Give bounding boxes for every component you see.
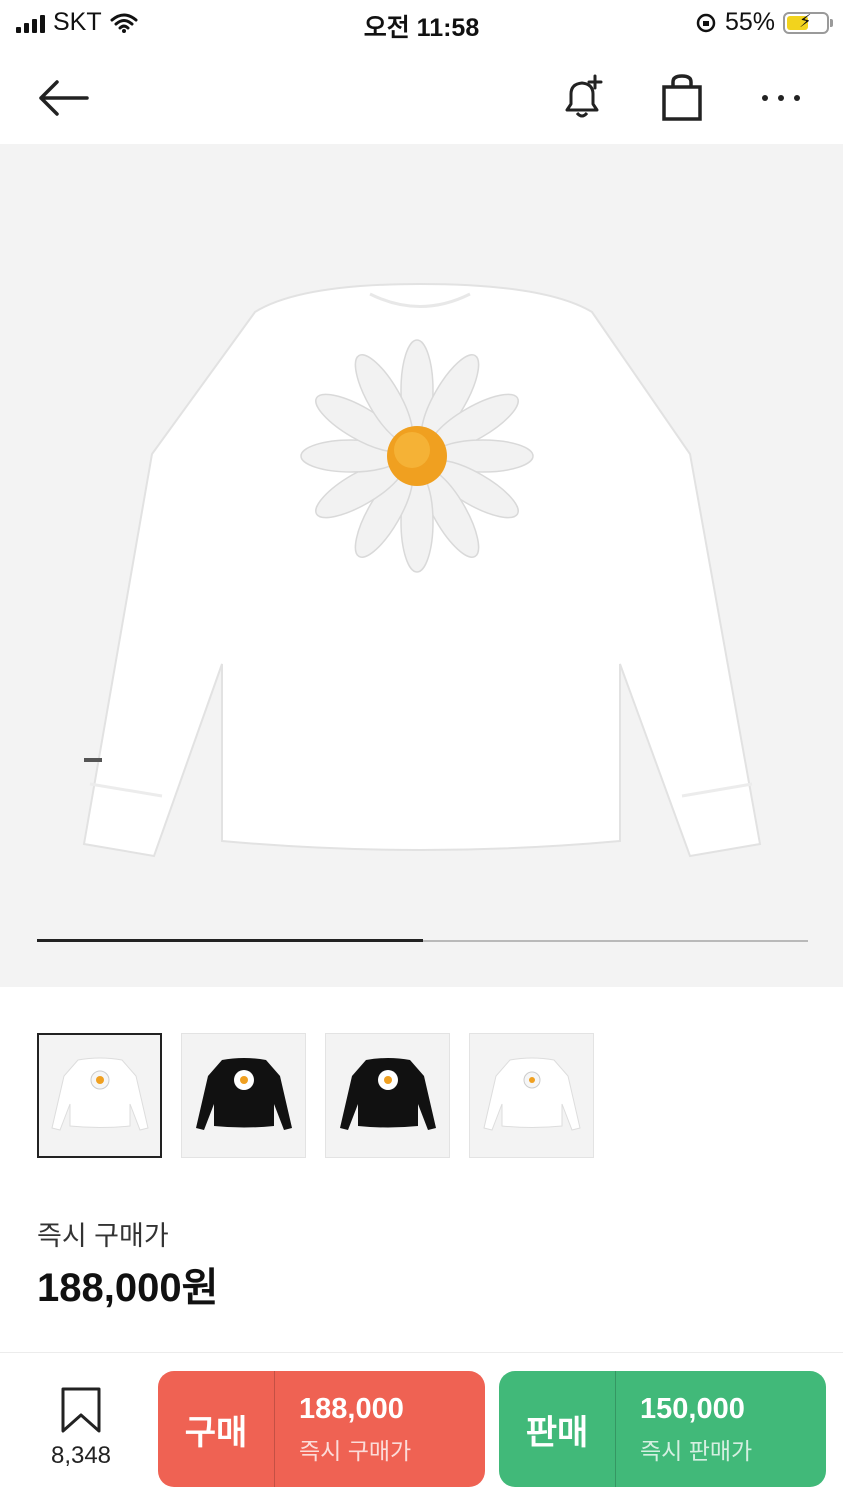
- top-nav: [0, 48, 843, 144]
- buy-tag: 구매: [158, 1371, 275, 1487]
- charging-bolt-icon: ⚡: [799, 10, 812, 31]
- instant-buy-price-label: 즉시 구매가: [37, 1221, 169, 1251]
- product-image-gallery[interactable]: [0, 144, 843, 987]
- thumbnail-4[interactable]: [469, 1033, 594, 1158]
- bookmark-icon: [61, 1387, 101, 1433]
- sell-button[interactable]: 판매 150,000 즉시 판매가: [499, 1371, 826, 1487]
- wishlist-button[interactable]: 8,348: [36, 1387, 126, 1470]
- battery-icon: ⚡: [783, 10, 833, 34]
- gallery-progress-fill: [37, 939, 423, 942]
- bottom-action-bar: 8,348 구매 188,000 즉시 구매가 판매 150,000 즉시 판매…: [0, 1352, 843, 1501]
- status-bar: SKT 오전 11:58 55% ⚡: [0, 0, 843, 48]
- sell-subtitle: 즉시 판매가: [640, 1437, 753, 1464]
- thumbnail-strip: [37, 1033, 594, 1158]
- instant-buy-price: 188,000원: [37, 1266, 219, 1310]
- sell-info: 150,000 즉시 판매가: [616, 1371, 752, 1487]
- more-icon: [762, 95, 800, 101]
- shopping-bag-icon: [662, 74, 702, 121]
- sell-tag: 판매: [499, 1371, 616, 1487]
- buy-info: 188,000 즉시 구매가: [275, 1371, 411, 1487]
- more-button[interactable]: [751, 68, 811, 128]
- battery-percent: 55%: [724, 8, 775, 36]
- wishlist-count: 8,348: [50, 1442, 112, 1469]
- status-right: 55% ⚡: [695, 8, 833, 37]
- bell-plus-icon: [565, 74, 603, 118]
- buy-button[interactable]: 구매 188,000 즉시 구매가: [158, 1371, 485, 1487]
- cart-button[interactable]: [652, 68, 712, 128]
- thumbnail-3[interactable]: [325, 1033, 450, 1158]
- buy-subtitle: 즉시 구매가: [299, 1437, 412, 1464]
- sell-amount: 150,000: [640, 1392, 745, 1425]
- white-shirt-thumbnail: [482, 1057, 581, 1131]
- gallery-progress-bar: [37, 939, 808, 942]
- alert-button[interactable]: [553, 68, 613, 128]
- product-image: [82, 282, 762, 858]
- thumbnail-1[interactable]: [37, 1033, 162, 1158]
- black-shirt-thumbnail: [195, 1057, 292, 1130]
- back-button[interactable]: [33, 68, 93, 128]
- buy-amount: 188,000: [299, 1392, 404, 1425]
- black-shirt-thumbnail: [339, 1057, 436, 1130]
- orientation-lock-icon: [696, 13, 716, 32]
- back-arrow-icon: [39, 80, 89, 116]
- white-shirt-thumbnail: [50, 1057, 149, 1131]
- thumbnail-2[interactable]: [181, 1033, 306, 1158]
